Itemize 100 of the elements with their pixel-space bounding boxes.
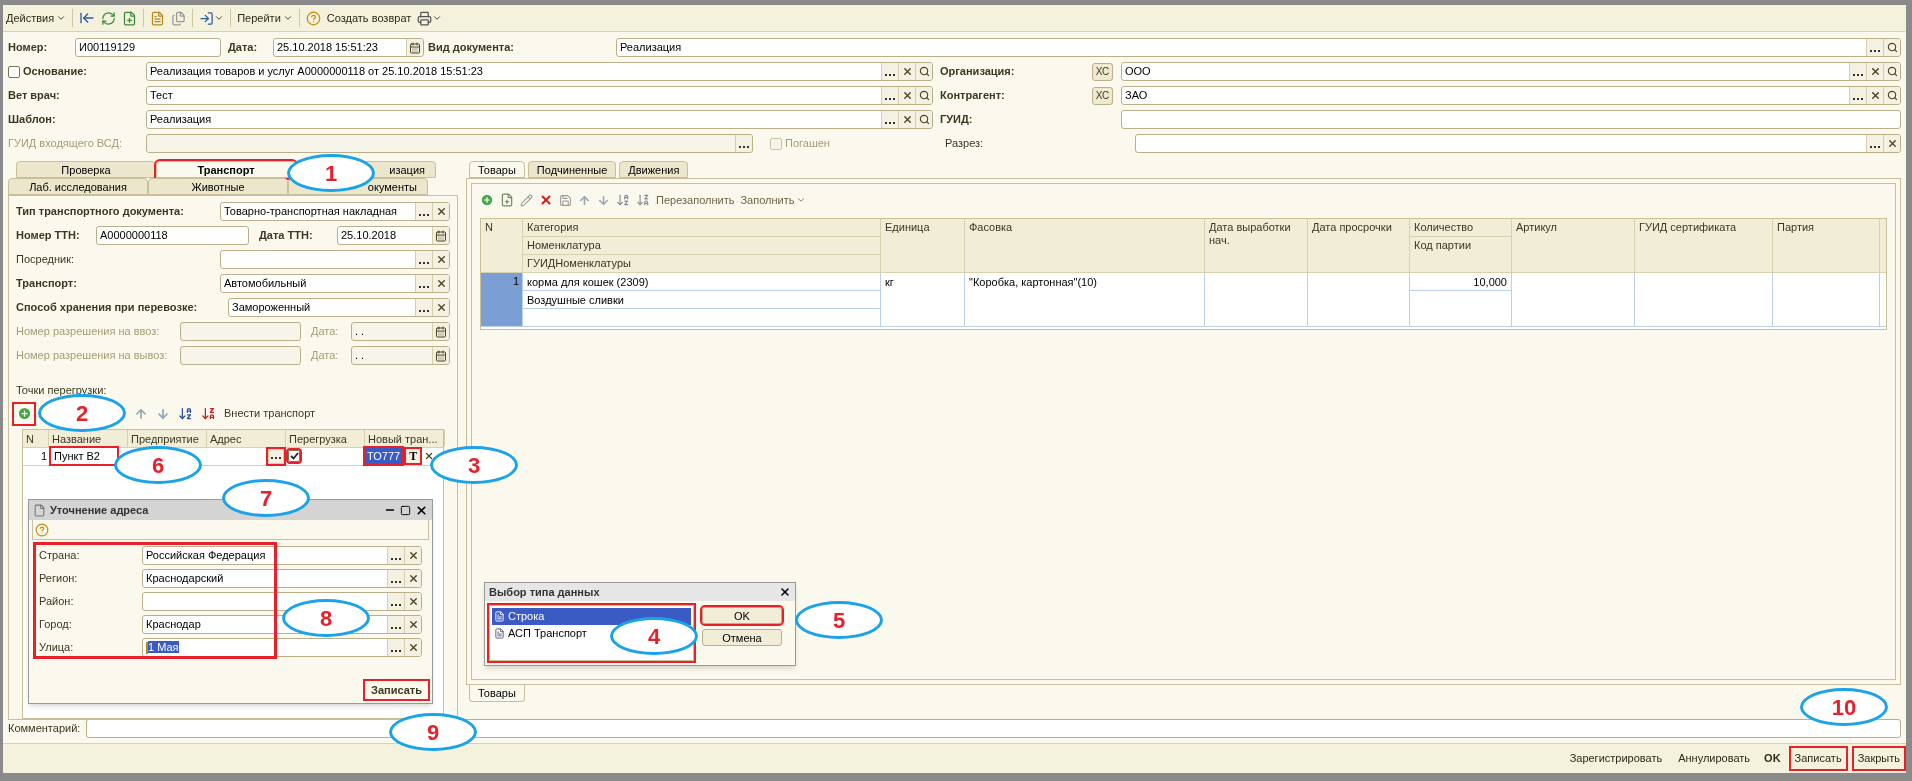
select-button[interactable] bbox=[1866, 39, 1883, 56]
open-button[interactable] bbox=[1883, 87, 1900, 104]
open-button[interactable] bbox=[915, 87, 932, 104]
add-transport-button[interactable]: Внести транспорт bbox=[224, 405, 316, 422]
select-button[interactable] bbox=[1849, 87, 1866, 104]
row-number-cell[interactable]: 1 bbox=[481, 273, 523, 326]
clear-button[interactable] bbox=[404, 592, 421, 610]
refresh-icon[interactable] bbox=[101, 10, 117, 26]
tab[interactable]: Проверка bbox=[16, 161, 156, 178]
table-cell[interactable]: ТО777 bbox=[365, 447, 403, 465]
input-field[interactable]: Краснодарский bbox=[142, 568, 422, 588]
clear-button[interactable] bbox=[404, 546, 421, 564]
refill-button[interactable]: Перезаполнить bbox=[656, 191, 735, 209]
tab[interactable]: Транспорт bbox=[156, 161, 296, 178]
checkbox[interactable] bbox=[288, 449, 300, 462]
calendar-button[interactable] bbox=[432, 347, 449, 364]
clear-button[interactable] bbox=[404, 615, 421, 633]
input-field[interactable]: 25.10.2018 bbox=[337, 226, 450, 245]
clear-button[interactable] bbox=[432, 251, 449, 268]
help-icon[interactable] bbox=[35, 522, 49, 537]
input-field[interactable] bbox=[146, 134, 753, 153]
input-field[interactable] bbox=[1121, 110, 1901, 129]
tab[interactable]: Товары bbox=[469, 685, 525, 702]
cancel-button[interactable]: Отмена bbox=[702, 629, 782, 646]
ok-button[interactable]: OK bbox=[1762, 750, 1783, 767]
close-icon[interactable] bbox=[415, 503, 428, 517]
tab[interactable]: Подчиненные bbox=[527, 161, 617, 178]
plus-icon[interactable] bbox=[480, 193, 494, 207]
select-button[interactable] bbox=[415, 251, 432, 268]
select-button[interactable] bbox=[1849, 63, 1866, 80]
help-icon[interactable] bbox=[305, 10, 321, 26]
sort-ascending-icon[interactable] bbox=[178, 406, 193, 421]
enter-icon[interactable] bbox=[199, 10, 215, 26]
input-field[interactable]: Российская Федерация bbox=[142, 545, 422, 565]
document-plus-icon[interactable] bbox=[122, 10, 138, 26]
input-field[interactable]: 1 Мая bbox=[142, 637, 422, 657]
input-field[interactable]: Товарно-транспортная накладная bbox=[220, 202, 450, 221]
tab[interactable]: Животные bbox=[148, 178, 288, 195]
clear-button[interactable] bbox=[1883, 135, 1900, 152]
xc-button[interactable]: ХС bbox=[1092, 86, 1113, 105]
footer-button[interactable]: Записать bbox=[1790, 748, 1846, 769]
open-button[interactable] bbox=[1883, 39, 1900, 56]
select-button[interactable] bbox=[387, 569, 404, 587]
close-icon[interactable] bbox=[424, 451, 435, 461]
select-button[interactable] bbox=[268, 448, 284, 464]
input-field[interactable]: 25.10.2018 15:51:23 bbox=[273, 38, 424, 57]
fill-menu[interactable]: Заполнить bbox=[740, 191, 807, 209]
checkbox[interactable] bbox=[8, 65, 20, 78]
calendar-button[interactable] bbox=[432, 323, 449, 340]
clear-button[interactable] bbox=[432, 275, 449, 292]
printer-icon[interactable] bbox=[417, 10, 433, 26]
clear-button[interactable] bbox=[898, 63, 915, 80]
close-icon[interactable] bbox=[779, 586, 791, 598]
open-button[interactable] bbox=[915, 111, 932, 128]
footer-button[interactable]: Зарегистрировать bbox=[1565, 748, 1667, 769]
input-field[interactable] bbox=[180, 322, 301, 341]
clear-button[interactable] bbox=[432, 203, 449, 220]
save-icon[interactable] bbox=[559, 193, 572, 207]
clear-button[interactable] bbox=[404, 638, 421, 656]
table-cell[interactable]: Пункт В2 bbox=[51, 447, 117, 465]
input-field[interactable] bbox=[86, 718, 1901, 738]
select-button[interactable] bbox=[415, 203, 432, 220]
input-field[interactable]: Автомобильный bbox=[220, 274, 450, 293]
sort-descending-icon[interactable] bbox=[636, 193, 650, 207]
xc-button[interactable]: ХС bbox=[1092, 62, 1113, 81]
input-field[interactable] bbox=[180, 346, 301, 365]
footer-button[interactable]: Закрыть bbox=[1853, 748, 1904, 769]
clear-button[interactable] bbox=[898, 111, 915, 128]
select-button[interactable] bbox=[387, 615, 404, 633]
clear-button[interactable] bbox=[1866, 63, 1883, 80]
calendar-button[interactable] bbox=[432, 227, 449, 244]
add-button[interactable] bbox=[14, 403, 34, 424]
input-field[interactable]: ЗАО bbox=[1121, 86, 1901, 105]
calendar-button[interactable] bbox=[406, 39, 423, 56]
open-button[interactable] bbox=[915, 63, 932, 80]
select-button[interactable] bbox=[415, 275, 432, 292]
list-item[interactable]: Строка bbox=[492, 608, 691, 625]
input-field[interactable] bbox=[220, 250, 450, 269]
clear-button[interactable] bbox=[404, 569, 421, 587]
select-button[interactable] bbox=[387, 638, 404, 656]
input-field[interactable]: А0000000118 bbox=[96, 226, 249, 245]
tab[interactable]: Движения bbox=[619, 161, 689, 178]
select-button[interactable] bbox=[1866, 135, 1883, 152]
sort-ascending-icon[interactable] bbox=[616, 193, 630, 207]
tab[interactable]: Лаб. исследования bbox=[8, 178, 148, 195]
input-field[interactable]: Реализация bbox=[616, 38, 1901, 57]
document-plus-icon[interactable] bbox=[500, 193, 514, 207]
select-button[interactable] bbox=[881, 87, 898, 104]
sort-descending-icon[interactable] bbox=[201, 406, 216, 421]
input-field[interactable]: Тест bbox=[146, 86, 933, 105]
clear-button[interactable] bbox=[898, 87, 915, 104]
clear-button[interactable] bbox=[1866, 87, 1883, 104]
select-button[interactable] bbox=[387, 592, 404, 610]
select-button[interactable] bbox=[881, 63, 898, 80]
maximize-icon[interactable] bbox=[400, 504, 411, 516]
document-icon[interactable] bbox=[150, 10, 166, 26]
input-field[interactable]: ООО bbox=[1121, 62, 1901, 81]
select-button[interactable] bbox=[735, 135, 752, 152]
clear-button[interactable] bbox=[432, 299, 449, 316]
goto-menu[interactable]: Перейти bbox=[237, 9, 293, 27]
